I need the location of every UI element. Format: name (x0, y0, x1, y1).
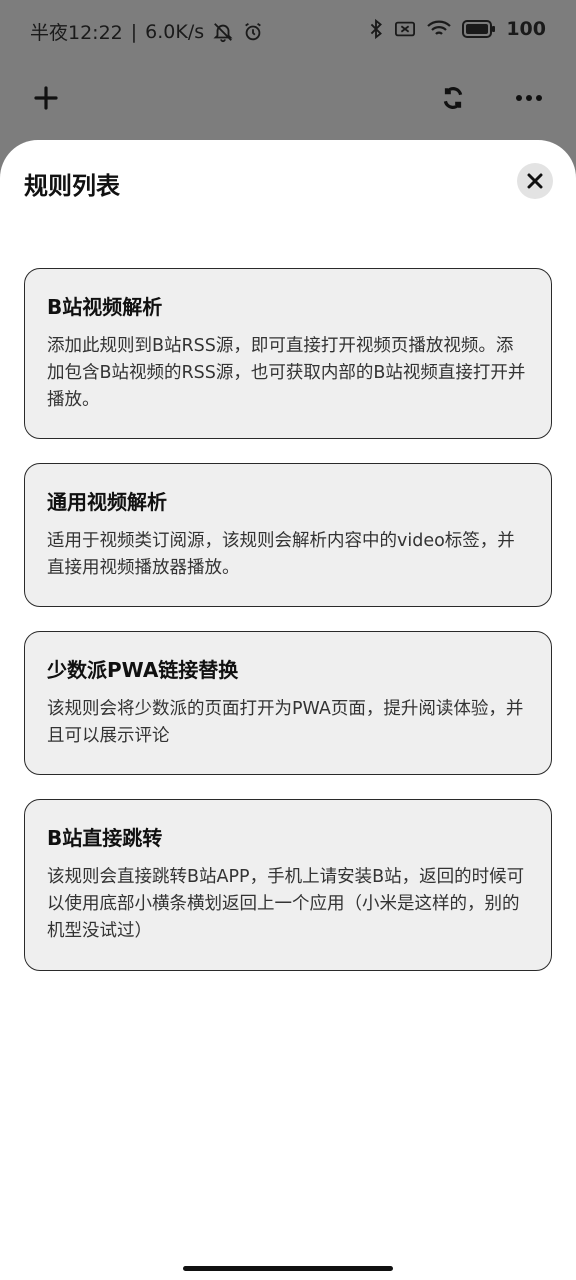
status-left: 半夜12:22 | 6.0K/s (30, 18, 264, 45)
rule-title: 通用视频解析 (47, 490, 167, 514)
rule-card[interactable]: B站视频解析 添加此规则到B站RSS源，即可直接打开视频页播放视频。添加包含B站… (24, 268, 552, 439)
rule-title: B站直接跳转 (47, 826, 163, 850)
muted-bell-icon (212, 21, 234, 43)
more-button[interactable] (507, 76, 551, 120)
add-button[interactable] (24, 76, 68, 120)
refresh-icon (443, 87, 463, 109)
status-time: 半夜12:22 (30, 22, 123, 44)
close-icon (527, 173, 543, 189)
rule-card[interactable]: 通用视频解析 适用于视频类订阅源，该规则会解析内容中的video标签，并直接用视… (24, 463, 552, 607)
more-icon (516, 95, 542, 101)
battery-icon (462, 20, 496, 38)
status-right: 100 (368, 18, 546, 40)
rule-description: 该规则会直接跳转B站APP，手机上请安装B站，返回的时候可以使用底部小横条横划返… (47, 867, 525, 941)
status-separator: | (130, 20, 138, 43)
rule-description: 添加此规则到B站RSS源，即可直接打开视频页播放视频。添加包含B站视频的RSS源… (47, 336, 526, 410)
close-button[interactable] (517, 163, 553, 199)
rule-description: 适用于视频类订阅源，该规则会解析内容中的video标签，并直接用视频播放器播放。 (47, 531, 515, 578)
wifi-icon (426, 19, 452, 39)
bluetooth-icon (368, 18, 384, 40)
status-network-speed: 6.0K/s (145, 20, 205, 43)
no-sim-icon (394, 19, 416, 39)
alarm-icon (242, 21, 264, 43)
plus-icon (34, 86, 58, 110)
rule-title: B站视频解析 (47, 295, 163, 319)
refresh-button[interactable] (431, 76, 475, 120)
rules-bottom-sheet: 规则列表 B站视频解析 添加此规则到B站RSS源，即可直接打开视频页播放视频。添… (0, 140, 576, 1280)
sheet-title: 规则列表 (24, 172, 120, 200)
rule-card[interactable]: 少数派PWA链接替换 该规则会将少数派的页面打开为PWA页面，提升阅读体验，并且… (24, 631, 552, 775)
top-app-bar (0, 62, 576, 140)
rule-card[interactable]: B站直接跳转 该规则会直接跳转B站APP，手机上请安装B站，返回的时候可以使用底… (24, 799, 552, 971)
rule-description: 该规则会将少数派的页面打开为PWA页面，提升阅读体验，并且可以展示评论 (47, 699, 524, 746)
status-bar: 半夜12:22 | 6.0K/s 100 (0, 0, 576, 62)
battery-percent: 100 (506, 18, 546, 40)
home-indicator[interactable] (183, 1266, 393, 1271)
rule-title: 少数派PWA链接替换 (47, 658, 239, 682)
